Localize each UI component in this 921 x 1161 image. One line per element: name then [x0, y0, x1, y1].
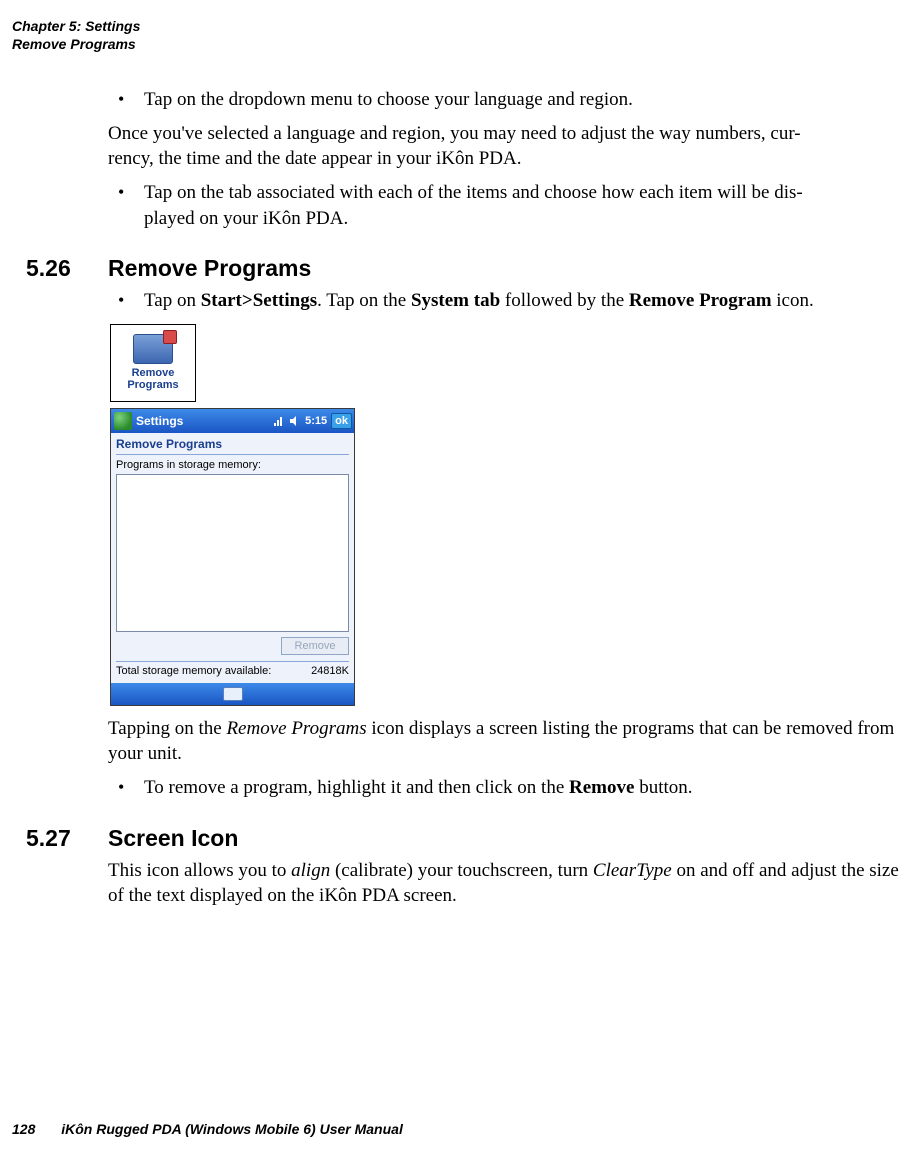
pda-title: Settings [136, 414, 269, 428]
keyboard-icon[interactable] [223, 687, 243, 701]
remove-button[interactable]: Remove [281, 637, 349, 655]
section-heading-5-26: 5.26 Remove Programs [108, 255, 899, 282]
chapter-title: Chapter 5: Settings [12, 18, 909, 36]
section-number: 5.27 [26, 825, 71, 852]
bullet-item: To remove a program, highlight it and th… [108, 775, 899, 801]
programs-listbox[interactable] [116, 474, 349, 632]
pda-clock: 5:15 [305, 415, 327, 427]
bullet-item: Tap on the dropdown menu to choose your … [108, 87, 899, 113]
body-paragraph: Tapping on the Remove Programs icon disp… [108, 716, 899, 767]
page-number: 128 [12, 1121, 35, 1137]
start-flag-icon[interactable] [114, 412, 132, 430]
section-heading-5-27: 5.27 Screen Icon [108, 825, 899, 852]
section-title: Screen Icon [108, 825, 238, 851]
page-header: Chapter 5: Settings Remove Programs [12, 18, 909, 53]
section-number: 5.26 [26, 255, 71, 282]
pda-screen-heading: Remove Programs [116, 437, 349, 455]
pda-screenshot: Settings 5:15 ok Remove Programs Program… [110, 408, 355, 706]
pda-bottombar [111, 683, 354, 705]
book-title: iKôn Rugged PDA (Windows Mobile 6) User … [61, 1121, 403, 1137]
storage-info: Total storage memory available: 24818K [116, 661, 349, 677]
programs-list-label: Programs in storage memory: [116, 459, 349, 471]
storage-value: 24818K [311, 665, 349, 677]
signal-icon [273, 415, 285, 427]
storage-label: Total storage memory available: [116, 665, 271, 677]
page-footer: 128 iKôn Rugged PDA (Windows Mobile 6) U… [12, 1121, 403, 1137]
bullet-item: Tap on Start>Settings. Tap on the System… [108, 288, 899, 314]
remove-programs-icon-figure: Remove Programs [110, 324, 196, 402]
icon-caption: Remove Programs [127, 367, 178, 391]
body-paragraph: This icon allows you to align (calibrate… [108, 858, 899, 909]
volume-icon[interactable] [289, 415, 301, 427]
pda-titlebar: Settings 5:15 ok [111, 409, 354, 433]
ok-button[interactable]: ok [331, 413, 352, 429]
section-title: Remove Programs [108, 255, 311, 281]
chapter-subtitle: Remove Programs [12, 36, 909, 54]
bullet-text: Tap on the dropdown menu to choose your … [144, 89, 633, 110]
bullet-item: Tap on the tab associated with each of t… [108, 180, 899, 231]
remove-programs-icon [133, 334, 173, 364]
body-paragraph: Once you've selected a language and regi… [108, 121, 899, 172]
pda-body: Remove Programs Programs in storage memo… [111, 433, 354, 683]
